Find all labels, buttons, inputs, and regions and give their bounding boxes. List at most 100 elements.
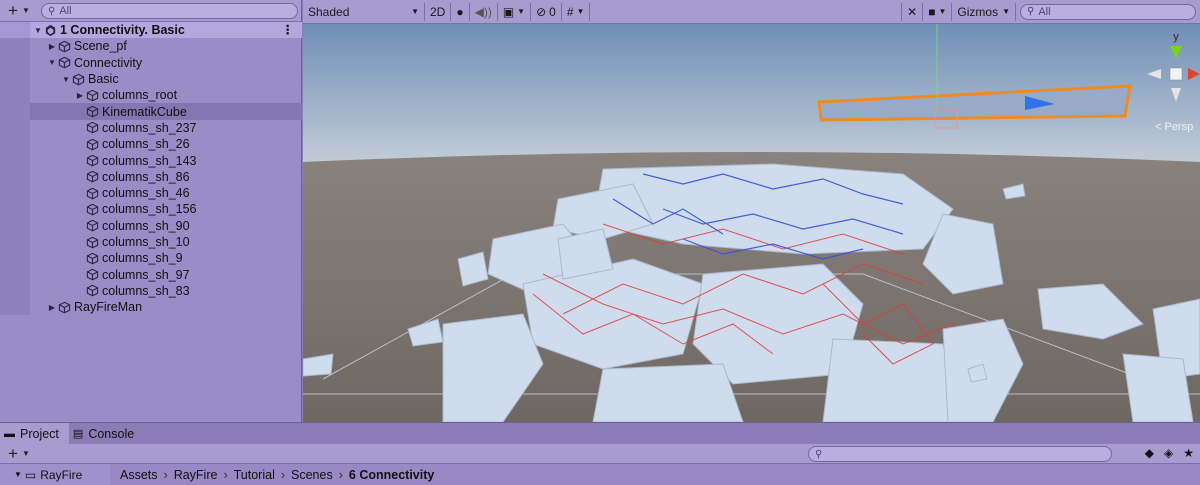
hierarchy-item[interactable]: columns_sh_83 bbox=[0, 282, 302, 300]
scene-row[interactable]: ▼ 1 Connectivity. Basic ⋮ bbox=[0, 22, 302, 39]
folder-icon: ▬ bbox=[4, 427, 15, 440]
lighting-toggle-button[interactable]: ● bbox=[451, 2, 470, 21]
chevron-right-icon[interactable]: ▶ bbox=[74, 91, 86, 100]
hierarchy-item[interactable]: columns_sh_86 bbox=[0, 168, 302, 185]
hierarchy-item[interactable]: columns_sh_26 bbox=[0, 136, 302, 153]
hierarchy-item[interactable]: columns_sh_10 bbox=[0, 233, 302, 251]
hierarchy-item-label: columns_sh_9 bbox=[102, 251, 183, 266]
chevron-down-icon[interactable]: ▼ bbox=[22, 449, 30, 458]
chevron-down-icon[interactable]: ▼ bbox=[22, 6, 30, 15]
hierarchy-item-label: columns_sh_156 bbox=[102, 202, 197, 217]
hierarchy-item[interactable]: columns_sh_143 bbox=[0, 152, 302, 169]
shading-mode-dropdown[interactable]: Shaded ▼ bbox=[303, 2, 425, 21]
add-icon[interactable]: + bbox=[4, 445, 22, 462]
hierarchy-item[interactable]: ▶ Scene_pf bbox=[0, 38, 302, 55]
chevron-down-icon[interactable]: ▼ bbox=[14, 470, 22, 479]
gizmos-dropdown[interactable]: Gizmos ▼ bbox=[952, 2, 1016, 21]
project-toolbar: + ▼ ⚲ ◆ ◈ ★ bbox=[0, 444, 1200, 464]
row-gutter bbox=[0, 250, 30, 267]
breadcrumb-separator-icon: › bbox=[223, 467, 228, 482]
gameobject-cube-icon bbox=[86, 187, 99, 200]
hierarchy-item[interactable]: ▶ RayFireMan bbox=[0, 299, 302, 316]
chevron-right-icon[interactable]: ▶ bbox=[46, 303, 58, 312]
hierarchy-item[interactable]: columns_sh_156 bbox=[0, 201, 302, 218]
hierarchy-item[interactable]: columns_sh_90 bbox=[0, 217, 302, 234]
2d-toggle-button[interactable]: 2D bbox=[425, 2, 452, 21]
folder-tree-root[interactable]: ▼ ▭ RayFire bbox=[0, 464, 110, 485]
gameobject-cube-icon bbox=[86, 122, 99, 134]
chevron-down-icon[interactable]: ▼ bbox=[46, 58, 58, 67]
add-icon[interactable]: + bbox=[4, 2, 22, 19]
projection-label[interactable]: < Persp bbox=[1155, 121, 1193, 133]
gameobject-cube-icon bbox=[86, 268, 99, 281]
folder-open-icon: ▭ bbox=[24, 467, 37, 482]
hierarchy-item[interactable]: columns_sh_97 bbox=[0, 266, 302, 283]
gameobject-cube-icon bbox=[86, 138, 99, 151]
hierarchy-item-label: Connectivity bbox=[74, 55, 143, 70]
hierarchy-item[interactable]: ▶ columns_root bbox=[0, 87, 302, 104]
hierarchy-item[interactable]: ▼ Basic bbox=[0, 70, 302, 88]
hierarchy-item[interactable]: KinematikCube bbox=[0, 103, 302, 120]
breadcrumb-separator-icon: › bbox=[338, 467, 343, 482]
row-gutter bbox=[0, 152, 30, 169]
scene-visibility-button[interactable]: ⊘ 0 bbox=[531, 2, 562, 21]
chevron-right-icon[interactable]: ▶ bbox=[46, 42, 58, 51]
row-gutter bbox=[0, 119, 30, 137]
tools-button[interactable]: ✕ bbox=[901, 2, 924, 21]
hierarchy-item[interactable]: columns_sh_46 bbox=[0, 184, 302, 202]
console-icon: ▤ bbox=[72, 428, 84, 440]
hierarchy-item[interactable]: columns_sh_237 bbox=[0, 119, 302, 137]
effects-dropdown[interactable]: ▣ ▼ bbox=[498, 2, 532, 21]
gameobject-cube-icon bbox=[86, 154, 99, 167]
gameobject-cube-icon bbox=[86, 89, 99, 102]
breadcrumb-item[interactable]: Assets bbox=[120, 468, 158, 482]
row-gutter bbox=[0, 217, 30, 234]
row-gutter bbox=[0, 87, 30, 104]
hierarchy-toolbar: + ▼ ⚲ All bbox=[0, 0, 301, 22]
breadcrumb-separator-icon: › bbox=[163, 467, 168, 482]
project-toolbar-icons: ◆ ◈ ★ bbox=[1145, 446, 1194, 460]
scene-view-panel: Shaded ▼ 2D ● ◀)) ▣ ▼ ⊘ 0 # ▼ ✕ ■ ▼ Gizmos … bbox=[303, 0, 1200, 422]
filter-by-label-icon[interactable]: ◈ bbox=[1164, 446, 1173, 460]
hierarchy-item-label: columns_sh_237 bbox=[102, 120, 197, 135]
chevron-down-icon[interactable]: ▼ bbox=[60, 75, 72, 84]
filter-by-type-icon[interactable]: ◆ bbox=[1145, 446, 1154, 460]
scene-canvas[interactable]: y < Persp bbox=[303, 24, 1200, 422]
gameobject-cube-icon bbox=[86, 171, 99, 183]
project-search-input[interactable]: ⚲ bbox=[808, 446, 1112, 462]
scene-name: 1 Connectivity. Basic bbox=[60, 23, 185, 38]
gameobject-cube-icon bbox=[86, 105, 99, 118]
more-options-icon[interactable]: ⋮ bbox=[282, 22, 295, 37]
tab-console[interactable]: ▤ Console bbox=[69, 423, 144, 444]
gameobject-cube-icon bbox=[86, 252, 99, 265]
audio-toggle-button[interactable]: ◀)) bbox=[470, 2, 498, 21]
row-gutter bbox=[0, 38, 30, 55]
project-path-row: ▼ ▭ RayFire Assets › RayFire › Tutorial › Scen… bbox=[0, 464, 1200, 485]
scene-search-input[interactable]: ⚲ All bbox=[1020, 3, 1196, 20]
tab-label: Console bbox=[88, 426, 135, 441]
bottom-tabs: ▬ Project ▤ Console bbox=[0, 423, 1200, 444]
hierarchy-item[interactable]: ▼ Connectivity bbox=[0, 54, 302, 71]
search-icon: ⚲ bbox=[48, 5, 56, 17]
breadcrumb-item[interactable]: Tutorial bbox=[234, 468, 275, 482]
tab-project[interactable]: ▬ Project bbox=[0, 423, 69, 444]
favorite-star-icon[interactable]: ★ bbox=[1183, 446, 1194, 460]
chevron-down-icon: ▼ bbox=[938, 7, 947, 16]
breadcrumb-separator-icon: › bbox=[280, 467, 286, 482]
grid-dropdown[interactable]: # ▼ bbox=[562, 2, 591, 21]
breadcrumb-item[interactable]: 6 Connectivity bbox=[349, 468, 434, 482]
scene-viewport[interactable]: y < Persp bbox=[303, 24, 1200, 422]
chevron-down-icon[interactable]: ▼ bbox=[32, 26, 44, 35]
breadcrumb-item[interactable]: RayFire bbox=[174, 468, 218, 482]
search-icon: ⚲ bbox=[815, 448, 823, 460]
unity-scene-icon bbox=[45, 24, 56, 36]
hierarchy-item[interactable]: columns_sh_9 bbox=[0, 250, 302, 267]
chevron-down-icon: ▼ bbox=[517, 7, 526, 16]
tools-icon: ✕ bbox=[907, 4, 918, 19]
speaker-icon: ◀)) bbox=[474, 4, 492, 19]
hierarchy-search-input[interactable]: ⚲ All bbox=[41, 3, 298, 19]
camera-dropdown[interactable]: ■ ▼ bbox=[923, 2, 953, 21]
breadcrumb-item[interactable]: Scenes bbox=[291, 468, 333, 482]
search-icon: ⚲ bbox=[1027, 6, 1035, 17]
project-panel: ▬ Project ▤ Console + ▼ ⚲ ◆ ◈ ★ ▼ ▭ RayF… bbox=[0, 422, 1200, 485]
